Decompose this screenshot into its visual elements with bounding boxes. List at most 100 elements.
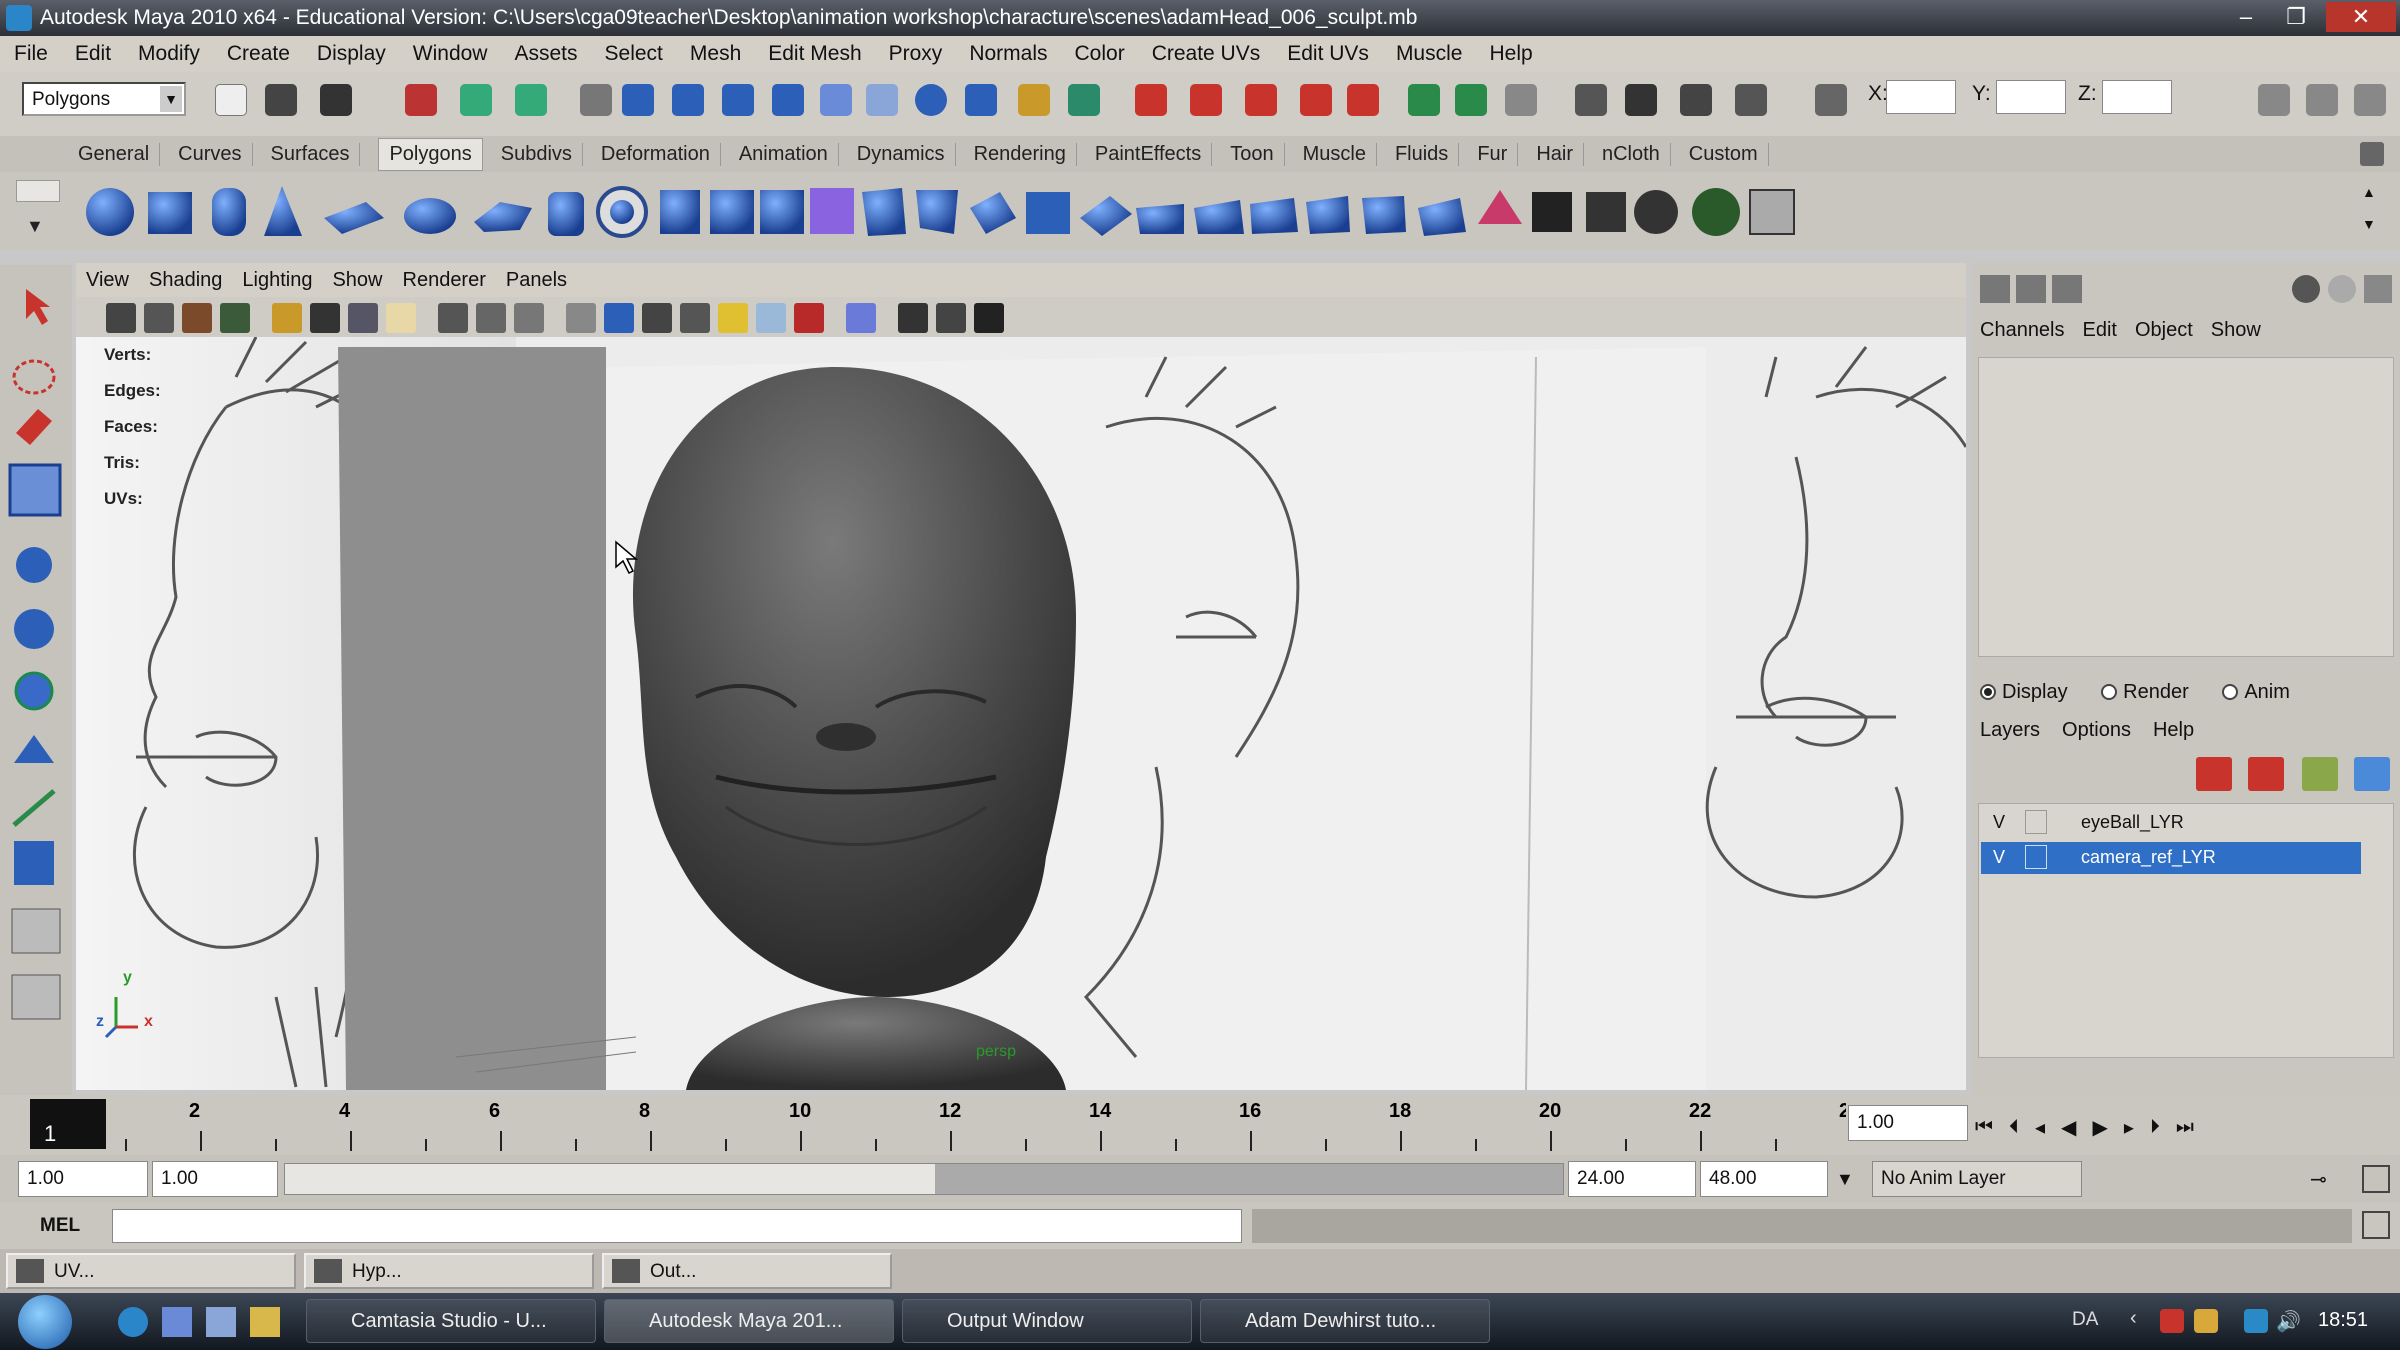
new-layer-selected-icon[interactable]	[2354, 757, 2390, 791]
render-view-icon[interactable]	[1455, 84, 1487, 116]
layer-type-toggle[interactable]	[2025, 810, 2047, 834]
layer-visibility-toggle[interactable]: V	[1993, 847, 2005, 868]
select-camera-icon[interactable]	[106, 303, 136, 333]
boolean-icon[interactable]	[760, 190, 804, 234]
poly-plane-icon[interactable]	[324, 202, 384, 234]
panel-menu-renderer[interactable]: Renderer	[403, 269, 486, 292]
split-polygon-icon[interactable]	[1194, 200, 1244, 234]
camera-attributes-icon[interactable]	[144, 303, 174, 333]
scale-tool-icon[interactable]	[14, 671, 54, 711]
current-frame-marker[interactable]: 1	[30, 1099, 106, 1149]
taskbar-item-maya[interactable]: Autodesk Maya 201...	[604, 1299, 894, 1343]
safe-title-icon[interactable]	[514, 303, 544, 333]
poly-pipe-icon[interactable]	[548, 192, 584, 236]
channel-layer-combo-icon[interactable]	[2052, 275, 2082, 303]
snap-surface-magnet-icon[interactable]	[1347, 84, 1379, 116]
render-icon[interactable]	[866, 84, 898, 116]
wireframe-on-shaded-icon[interactable]	[642, 303, 672, 333]
menu-file[interactable]: File	[14, 42, 48, 66]
shadows-icon[interactable]	[756, 303, 786, 333]
network-icon[interactable]	[2244, 1309, 2268, 1333]
smooth-icon[interactable]	[810, 188, 854, 234]
last-tool-icon[interactable]	[14, 841, 54, 885]
safe-action-icon[interactable]	[476, 303, 506, 333]
minimize-button[interactable]: –	[2222, 2, 2270, 32]
show-desktop-icon[interactable]	[162, 1307, 192, 1337]
switch-windows-icon[interactable]	[206, 1307, 236, 1337]
x-field[interactable]	[1886, 80, 1956, 114]
append-polygon-icon[interactable]	[1136, 204, 1184, 234]
current-time-field[interactable]: 1.00	[1848, 1105, 1968, 1141]
new-layer-icon[interactable]	[2302, 757, 2338, 791]
menu-muscle[interactable]: Muscle	[1396, 42, 1463, 66]
extract-icon[interactable]	[710, 190, 754, 234]
transform-field-icon[interactable]	[1815, 84, 1847, 116]
new-scene-icon[interactable]	[215, 84, 247, 116]
sphere-shading-icon[interactable]	[2328, 275, 2356, 303]
poly-cube-icon[interactable]	[148, 192, 192, 234]
channel-box-tab-icon[interactable]	[1980, 275, 2010, 303]
channel-menu-channels[interactable]: Channels	[1980, 319, 2065, 349]
minimized-outliner-window[interactable]: Out...	[602, 1253, 892, 1289]
shelf-tab-fluids[interactable]: Fluids	[1395, 142, 1460, 166]
poly-torus-icon[interactable]	[404, 198, 456, 234]
ipr-icon[interactable]	[1625, 84, 1657, 116]
shelf-tab-muscle[interactable]: Muscle	[1303, 142, 1377, 166]
menuset-dropdown[interactable]: Polygons ▼	[22, 82, 186, 116]
automatic-mapping-icon[interactable]	[1692, 188, 1740, 236]
menu-edit-uvs[interactable]: Edit UVs	[1287, 42, 1369, 66]
step-back-icon[interactable]: ⏴	[2009, 1116, 2019, 1139]
insert-edge-loop-icon[interactable]	[1250, 198, 1298, 234]
menu-select[interactable]: Select	[605, 42, 663, 66]
image-plane-icon[interactable]	[220, 303, 250, 333]
trash-icon[interactable]	[2360, 142, 2384, 166]
playback-end-field[interactable]: 24.00	[1568, 1161, 1696, 1197]
sculpt-tool-icon[interactable]	[8, 463, 62, 517]
offset-edge-loop-icon[interactable]	[1306, 196, 1350, 234]
select-tool-icon[interactable]	[26, 289, 50, 325]
sculpt-geometry-icon[interactable]	[1418, 198, 1466, 236]
menu-assets[interactable]: Assets	[514, 42, 577, 66]
history-icon[interactable]	[820, 84, 852, 116]
menu-proxy[interactable]: Proxy	[889, 42, 943, 66]
snap-curve-icon[interactable]	[622, 84, 654, 116]
xray-active-components-icon[interactable]	[974, 303, 1004, 333]
cylindrical-mapping-icon[interactable]	[1586, 192, 1626, 232]
panel-menu-lighting[interactable]: Lighting	[242, 269, 312, 292]
shelf-tab-fur[interactable]: Fur	[1477, 142, 1519, 166]
go-to-end-icon[interactable]: ⏭	[2176, 1116, 2194, 1139]
select-object-icon[interactable]	[460, 84, 492, 116]
menu-normals[interactable]: Normals	[969, 42, 1047, 66]
shelf-tab-rendering[interactable]: Rendering	[974, 142, 1077, 166]
time-slider[interactable]: 1 24681012141618202224 1.00 ⏮ ⏴ ◂ ◀ ▶ ▸ …	[0, 1095, 2400, 1155]
close-button[interactable]: ✕	[2326, 2, 2396, 32]
menu-edit-mesh[interactable]: Edit Mesh	[768, 42, 861, 66]
key-icon[interactable]: ⊸	[2310, 1167, 2350, 1193]
step-forward-icon[interactable]: ⏵	[2150, 1116, 2160, 1139]
magnet-icon[interactable]	[1135, 84, 1167, 116]
input-line-icon[interactable]	[1735, 84, 1767, 116]
manipulator-tool-icon[interactable]	[14, 735, 54, 763]
snap-grid-icon[interactable]	[580, 84, 612, 116]
menu-window[interactable]: Window	[413, 42, 488, 66]
shelf-tab-custom[interactable]: Custom	[1689, 142, 1769, 166]
minimized-uv-window[interactable]: UV...	[6, 1253, 296, 1289]
menu-create[interactable]: Create	[227, 42, 290, 66]
four-view-layout-icon[interactable]	[11, 974, 61, 1020]
language-indicator[interactable]: DA	[2072, 1309, 2098, 1331]
move-layer-up-icon[interactable]	[2196, 757, 2232, 791]
checker-uv-icon[interactable]	[1532, 192, 1572, 232]
move-layer-down-icon[interactable]	[2248, 757, 2284, 791]
step-back-key-icon[interactable]: ◂	[2035, 1115, 2045, 1140]
help-question-icon[interactable]	[965, 84, 997, 116]
shelf-tab-dynamics[interactable]: Dynamics	[857, 142, 956, 166]
attribute-editor-toggle-icon[interactable]	[2258, 84, 2290, 116]
menu-create-uvs[interactable]: Create UVs	[1152, 42, 1261, 66]
shelf-tab-subdivs[interactable]: Subdivs	[501, 142, 583, 166]
shelf-tab-ncloth[interactable]: nCloth	[1602, 142, 1671, 166]
radio-render[interactable]: Render	[2101, 681, 2189, 703]
minimized-hypershade-window[interactable]: Hyp...	[304, 1253, 594, 1289]
layer-visibility-toggle[interactable]: V	[1993, 812, 2005, 833]
rotate-tool-icon[interactable]	[14, 609, 54, 649]
shelf-tab-general[interactable]: General	[78, 142, 161, 166]
